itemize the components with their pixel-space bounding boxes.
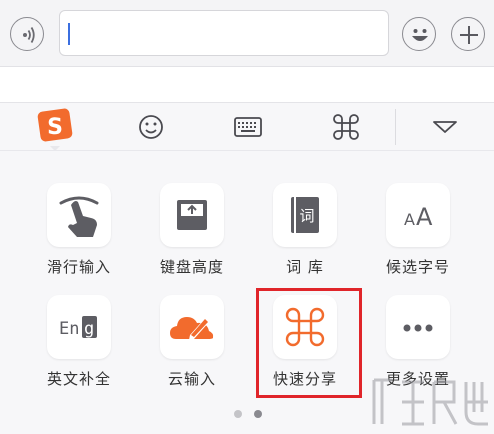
collapse-button[interactable] [415,103,475,151]
grid-item-swipe-input[interactable]: 滑行输入 [24,183,134,283]
grid-item-label: 词 库 [286,258,324,276]
grid-item-label: 候选字号 [385,258,450,276]
tile [160,295,224,359]
watermark-logo [372,378,488,426]
keyboard-icon [234,117,262,137]
tile: A A [386,183,450,247]
smiley-icon [412,29,428,41]
sogou-logo-icon: S [37,108,73,151]
keyboard-height-icon [177,200,207,230]
share-tab[interactable] [316,103,376,151]
chat-input-bar [0,0,494,67]
svg-text:A: A [404,210,415,229]
svg-text:En: En [59,319,79,339]
english-complete-icon: En g [59,316,97,339]
grid-item-label: 英文补全 [46,370,111,388]
svg-text:S: S [47,115,63,140]
plus-icon [460,26,478,44]
tile [160,183,224,247]
svg-text:词: 词 [299,207,314,225]
dictionary-book-icon: 词 [291,197,319,233]
highlight-box [256,288,362,398]
cloud-input-icon [170,317,214,340]
emoji-button[interactable] [402,17,436,51]
tile: En g [47,295,111,359]
grid-item-english-complete[interactable]: En g 英文补全 [24,295,134,395]
collapse-triangle-icon [433,121,457,133]
page-dot-2[interactable] [254,410,262,418]
toolbar-divider [395,109,396,145]
plus-button[interactable] [451,17,485,51]
svg-text:A: A [416,203,433,231]
message-input[interactable] [59,10,389,56]
grid-item-cloud-input[interactable]: 云输入 [137,295,247,395]
tile: 词 [273,183,337,247]
voice-wave-icon [23,27,35,43]
emoji-tab[interactable] [121,103,181,151]
font-size-icon: A A [404,203,433,231]
grid-item-label: 滑行输入 [46,258,111,276]
more-dots-icon [403,324,433,332]
tile [386,295,450,359]
keyboard-tab[interactable] [218,103,278,151]
grid-item-label: 云输入 [167,370,216,388]
grid-item-candidate-font-size[interactable]: A A 候选字号 [363,183,473,283]
command-share-icon [333,114,359,140]
emoji-icon [139,115,163,139]
keyboard-toolbar: S [0,102,494,151]
sogou-logo-button[interactable]: S [26,103,86,151]
swipe-hand-icon [59,196,99,237]
grid-item-dictionary[interactable]: 词 词 库 [250,183,360,283]
candidate-strip [0,67,494,102]
voice-button[interactable] [10,17,44,51]
tile [47,183,111,247]
page-dot-1[interactable] [234,410,242,418]
grid-item-label: 键盘高度 [159,258,224,276]
grid-item-keyboard-height[interactable]: 键盘高度 [137,183,247,283]
svg-text:g: g [84,319,94,339]
toolbar-separator [0,150,494,151]
text-caret [68,23,70,45]
